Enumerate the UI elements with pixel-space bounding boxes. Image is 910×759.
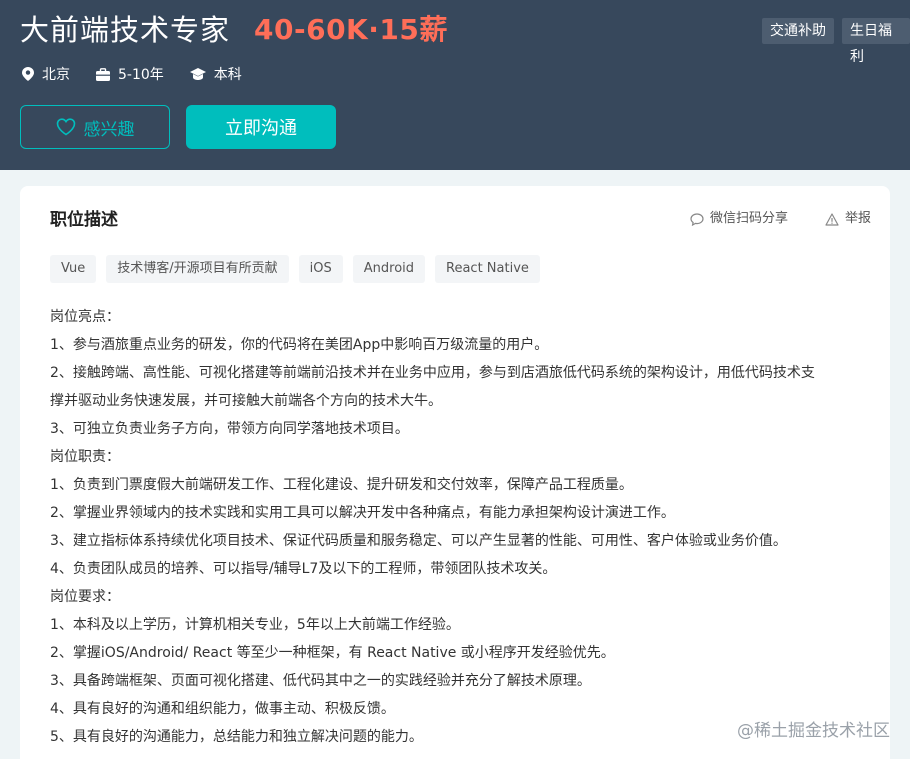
benefit-tag-transport: 交通补助 bbox=[762, 18, 834, 44]
report-label: 举报 bbox=[845, 211, 872, 226]
description-line: 4、负责团队成员的培养、可以指导/辅导L7及以下的工程师，带领团队技术攻关。 bbox=[50, 561, 557, 577]
interest-button-label: 感兴趣 bbox=[83, 119, 135, 140]
description-line: 3、具备跨端框架、页面可视化搭建、低代码其中之一的实践经验并充分了解技术原理。 bbox=[50, 673, 591, 689]
location-pin-icon bbox=[22, 67, 34, 81]
job-meta: 北京 5-10年 本科 bbox=[22, 63, 268, 85]
benefit-tag-birthday: 生日福利 bbox=[842, 18, 910, 65]
description-line: 2、掌握业界领域内的技术实践和实用工具可以解决开发中各种痛点，有能力承担架构设计… bbox=[50, 505, 675, 521]
meta-location: 北京 bbox=[22, 64, 70, 84]
description-line: 1、本科及以上学历，计算机相关专业，5年以上大前端工作经验。 bbox=[50, 617, 460, 633]
meta-education-text: 本科 bbox=[213, 67, 242, 83]
skill-tag: Android bbox=[352, 255, 426, 283]
skill-tags: Vue 技术博客/开源项目有所贡献 iOS Android React Nati… bbox=[50, 255, 550, 283]
chat-now-button[interactable]: 立即沟通 bbox=[186, 105, 336, 149]
job-description-card: 职位描述 微信扫码分享 举报 Vue 技术博客/开源项目有所贡献 iOS And… bbox=[20, 186, 890, 759]
heart-icon bbox=[56, 118, 75, 136]
wechat-share-label: 微信扫码分享 bbox=[710, 211, 789, 226]
chat-bubble-icon bbox=[690, 212, 704, 226]
description-line: 3、可独立负责业务子方向，带领方向同学落地技术项目。 bbox=[50, 421, 409, 437]
watermark: @稀土掘金技术社区 bbox=[737, 721, 890, 741]
job-title: 大前端技术专家 bbox=[20, 13, 231, 47]
warning-icon bbox=[825, 212, 839, 226]
skill-tag: 技术博客/开源项目有所贡献 bbox=[106, 255, 289, 283]
description-line: 2、掌握iOS/Android/ React 等至少一种框架，有 React N… bbox=[50, 645, 615, 661]
skill-tag: React Native bbox=[435, 255, 540, 283]
graduation-cap-icon bbox=[189, 67, 206, 80]
job-description-text: 岗位亮点： 1、参与酒旅重点业务的研发，你的代码将在美团App中影响百万级流量的… bbox=[50, 303, 880, 751]
skill-tag: iOS bbox=[298, 255, 343, 283]
description-line: 1、负责到门票度假大前端研发工作、工程化建设、提升研发和交付效率，保障产品工程质… bbox=[50, 477, 633, 493]
skill-tag: Vue bbox=[50, 255, 97, 283]
description-line: 撑并驱动业务快速发展，并可接触大前端各个方向的技术大牛。 bbox=[50, 393, 442, 409]
salary: 40-60K·15薪 bbox=[254, 13, 448, 46]
section-heading-responsibilities: 岗位职责： bbox=[50, 449, 120, 465]
description-line: 3、建立指标体系持续优化项目技术、保证代码质量和服务稳定、可以产生显著的性能、可… bbox=[50, 533, 787, 549]
section-title: 职位描述 bbox=[50, 210, 118, 230]
section-heading-highlights: 岗位亮点： bbox=[50, 309, 120, 325]
interest-button[interactable]: 感兴趣 bbox=[20, 105, 170, 149]
description-line: 1、参与酒旅重点业务的研发，你的代码将在美团App中影响百万级流量的用户。 bbox=[50, 337, 549, 353]
meta-experience: 5-10年 bbox=[96, 64, 164, 84]
wechat-share-button[interactable]: 微信扫码分享 bbox=[690, 208, 788, 230]
job-header: 大前端技术专家 40-60K·15薪 交通补助 生日福利 北京 5-10年 本科 bbox=[0, 0, 910, 170]
briefcase-icon bbox=[96, 67, 110, 81]
meta-experience-text: 5-10年 bbox=[118, 67, 164, 83]
meta-education: 本科 bbox=[189, 64, 242, 84]
section-heading-requirements: 岗位要求： bbox=[50, 589, 120, 605]
report-button[interactable]: 举报 bbox=[825, 208, 871, 230]
description-line: 2、接触跨端、高性能、可视化搭建等前端前沿技术并在业务中应用，参与到店酒旅低代码… bbox=[50, 365, 815, 381]
meta-location-text: 北京 bbox=[42, 67, 70, 83]
